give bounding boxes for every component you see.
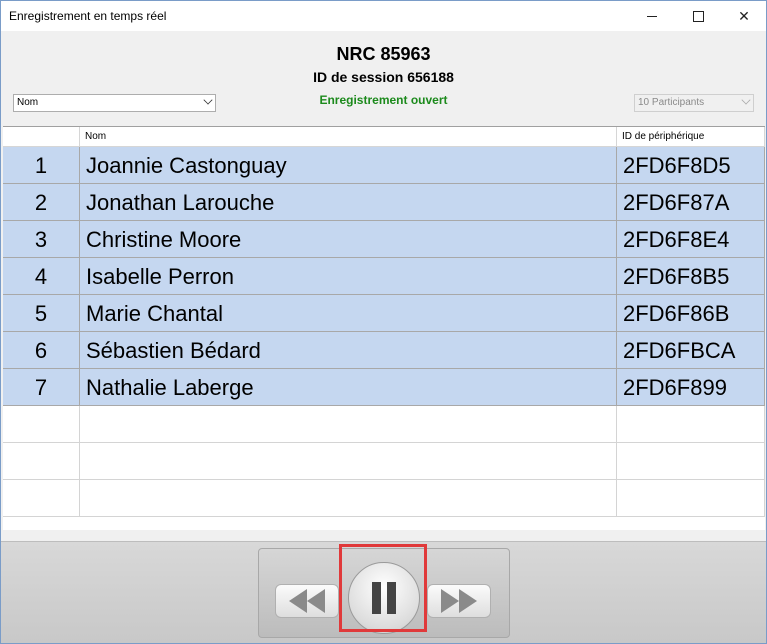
window: Enregistrement en temps réel ✕ NRC 85963…: [0, 0, 767, 644]
participant-name: [80, 443, 617, 480]
fast-forward-icon: [441, 589, 459, 613]
row-number: 2: [3, 184, 80, 221]
title-bar: Enregistrement en temps réel ✕: [1, 1, 766, 31]
maximize-icon: [692, 10, 704, 22]
rewind-icon: [307, 589, 325, 613]
sort-select[interactable]: Nom: [13, 94, 216, 112]
participant-name: Marie Chantal: [80, 295, 617, 332]
table-header: Nom ID de périphérique: [3, 127, 765, 147]
row-number: 3: [3, 221, 80, 258]
sort-select-value: Nom: [17, 97, 39, 108]
participant-name: [80, 480, 617, 517]
table-row[interactable]: 3 Christine Moore 2FD6F8E4: [3, 221, 765, 258]
device-id: 2FD6F87A: [617, 184, 765, 221]
fast-forward-button[interactable]: [427, 584, 491, 618]
chevron-down-icon: [203, 95, 213, 105]
row-number: [3, 480, 80, 517]
table-row[interactable]: 7 Nathalie Laberge 2FD6F899: [3, 369, 765, 406]
pause-highlight-box: [339, 544, 427, 632]
session-header: NRC 85963 ID de session 656188 Enregistr…: [1, 31, 766, 124]
device-id: [617, 406, 765, 443]
device-id: 2FD6F8E4: [617, 221, 765, 258]
table-row[interactable]: 2 Jonathan Larouche 2FD6F87A: [3, 184, 765, 221]
device-id: [617, 480, 765, 517]
participant-name: Sébastien Bédard: [80, 332, 617, 369]
close-button[interactable]: ✕: [721, 1, 766, 31]
device-id: 2FD6FBCA: [617, 332, 765, 369]
participants-table: Nom ID de périphérique 1 Joannie Castongu…: [3, 126, 765, 530]
row-number: 5: [3, 295, 80, 332]
table-row[interactable]: 5 Marie Chantal 2FD6F86B: [3, 295, 765, 332]
column-header-number[interactable]: [3, 127, 80, 147]
minimize-button[interactable]: [629, 1, 675, 31]
nrc-title: NRC 85963: [336, 44, 431, 64]
maximize-button[interactable]: [675, 1, 721, 31]
participant-name: [80, 406, 617, 443]
column-header-name[interactable]: Nom: [80, 127, 617, 147]
participant-name: Isabelle Perron: [80, 258, 617, 295]
device-id: [617, 443, 765, 480]
participants-select[interactable]: 10 Participants: [634, 94, 754, 112]
empty-table-row[interactable]: [3, 406, 765, 443]
participant-name: Jonathan Larouche: [80, 184, 617, 221]
row-number: [3, 406, 80, 443]
participants-select-value: 10 Participants: [638, 97, 705, 108]
session-id: ID de session 656188: [313, 69, 454, 85]
row-number: [3, 443, 80, 480]
window-title: Enregistrement en temps réel: [9, 9, 167, 23]
table-row[interactable]: 6 Sébastien Bédard 2FD6FBCA: [3, 332, 765, 369]
row-number: 1: [3, 147, 80, 184]
device-id: 2FD6F86B: [617, 295, 765, 332]
table-row[interactable]: 1 Joannie Castonguay 2FD6F8D5: [3, 147, 765, 184]
row-number: 4: [3, 258, 80, 295]
participant-name: Joannie Castonguay: [80, 147, 617, 184]
close-icon: ✕: [738, 7, 750, 24]
table-row[interactable]: 4 Isabelle Perron 2FD6F8B5: [3, 258, 765, 295]
device-id: 2FD6F899: [617, 369, 765, 406]
column-header-device-id[interactable]: ID de périphérique: [617, 127, 765, 147]
rewind-button[interactable]: [275, 584, 339, 618]
row-number: 7: [3, 369, 80, 406]
minimize-icon: [647, 15, 657, 17]
empty-table-row[interactable]: [3, 480, 765, 517]
chevron-down-icon: [741, 95, 751, 105]
row-number: 6: [3, 332, 80, 369]
participant-name: Christine Moore: [80, 221, 617, 258]
fast-forward-icon: [459, 589, 477, 613]
rewind-icon: [289, 589, 307, 613]
device-id: 2FD6F8B5: [617, 258, 765, 295]
empty-table-row[interactable]: [3, 443, 765, 480]
device-id: 2FD6F8D5: [617, 147, 765, 184]
participant-name: Nathalie Laberge: [80, 369, 617, 406]
